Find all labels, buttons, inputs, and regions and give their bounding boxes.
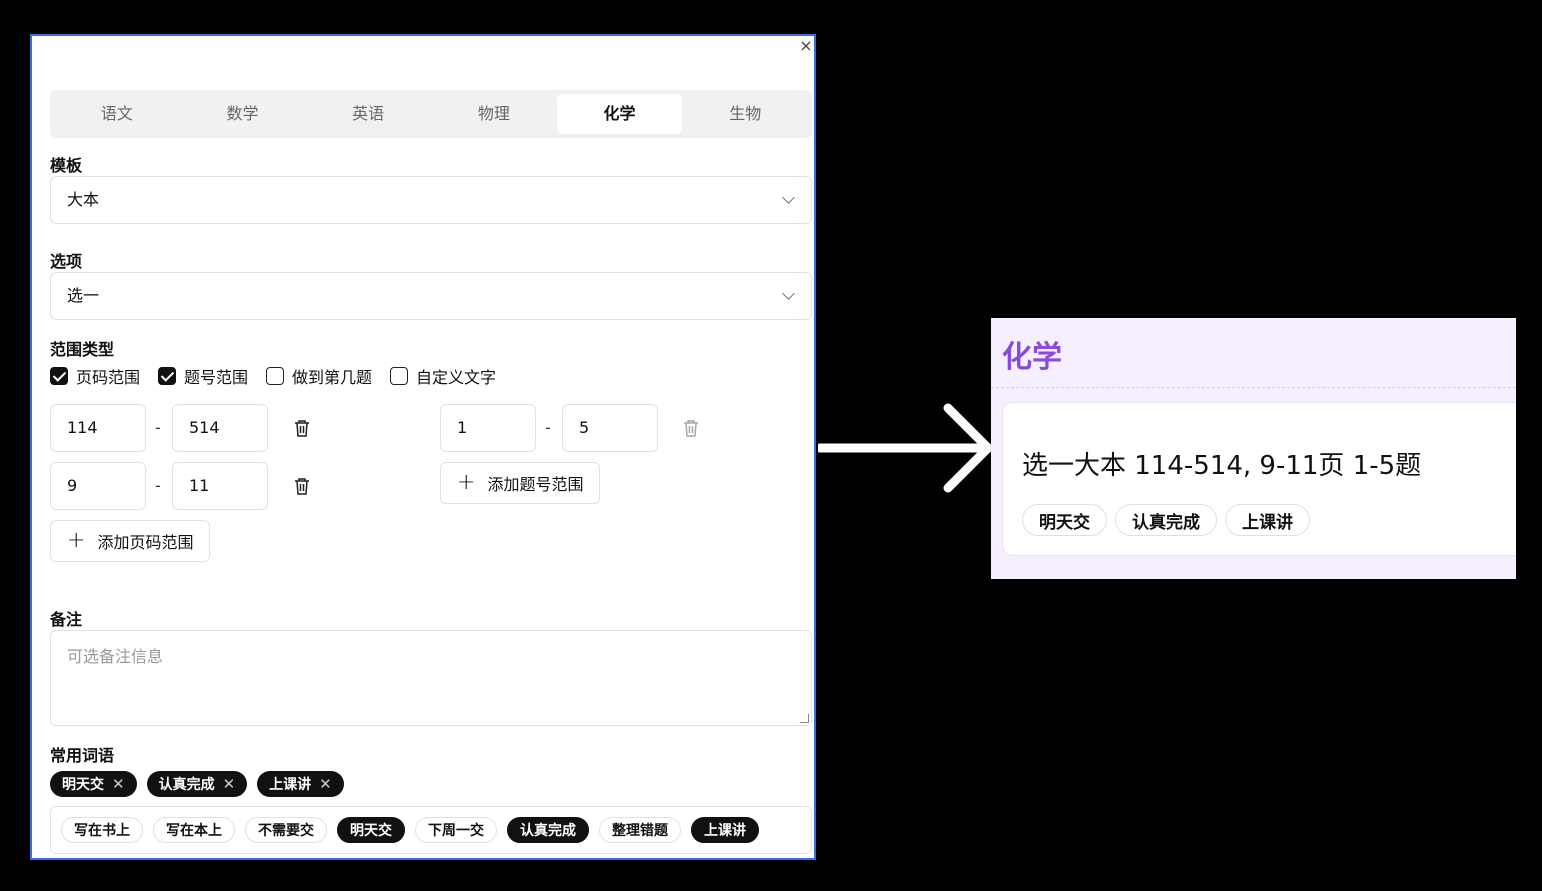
trash-icon[interactable] — [683, 419, 699, 437]
range-type-checkboxes: 页码范围 题号范围 做到第几题 自定义文字 — [50, 364, 496, 388]
plus-icon: + — [457, 470, 476, 495]
page-range-to-input[interactable]: 11 — [172, 462, 268, 510]
button-label: 添加页码范围 — [97, 533, 194, 552]
add-question-range-button[interactable]: + 添加题号范围 — [440, 462, 601, 504]
trash-icon[interactable] — [294, 477, 310, 495]
add-page-range-button[interactable]: + 添加页码范围 — [50, 520, 211, 562]
phrase-option[interactable]: 写在书上 — [61, 817, 143, 843]
range-separator: - — [155, 476, 161, 495]
selected-phrases: 明天交 ✕ 认真完成 ✕ 上课讲 ✕ — [50, 771, 344, 797]
close-icon[interactable]: × — [798, 38, 814, 54]
option-value: 选一 — [67, 286, 100, 305]
homework-dialog: × 语文 数学 英语 物理 化学 生物 模板 大本 选项 选一 范围类型 页码范… — [30, 34, 816, 860]
preview-tag: 上课讲 — [1225, 504, 1310, 536]
phrase-option[interactable]: 写在本上 — [153, 817, 235, 843]
checkbox-label: 页码范围 — [76, 368, 141, 387]
selected-phrase-chip: 上课讲 ✕ — [257, 771, 344, 797]
notes-label: 备注 — [50, 610, 83, 629]
resize-handle-icon[interactable] — [800, 714, 809, 723]
preview-panel: 化学 选一大本 114-514, 9-11页 1-5题 明天交 认真完成 上课讲 — [991, 318, 1516, 579]
chevron-down-icon — [782, 191, 795, 204]
trash-icon[interactable] — [294, 419, 310, 437]
notes-placeholder: 可选备注信息 — [67, 647, 164, 666]
button-label: 添加题号范围 — [487, 475, 584, 494]
preview-tag: 认真完成 — [1115, 504, 1217, 536]
checkbox-checked-icon — [158, 367, 177, 385]
subject-tabs: 语文 数学 英语 物理 化学 生物 — [50, 90, 812, 138]
chevron-down-icon — [782, 287, 795, 300]
notes-textarea[interactable]: 可选备注信息 — [50, 630, 812, 726]
tab-english[interactable]: 英语 — [305, 94, 431, 134]
checkbox-label: 自定义文字 — [416, 368, 497, 387]
phrase-option[interactable]: 上课讲 — [691, 817, 759, 843]
checkbox-label: 做到第几题 — [292, 368, 373, 387]
range-type-label: 范围类型 — [50, 340, 115, 359]
tab-chemistry[interactable]: 化学 — [556, 94, 683, 134]
close-icon[interactable]: ✕ — [223, 775, 236, 793]
template-select[interactable]: 大本 — [50, 176, 812, 224]
chip-label: 明天交 — [62, 777, 104, 793]
phrase-option[interactable]: 下周一交 — [415, 817, 497, 843]
page-range-from-input[interactable]: 114 — [50, 404, 146, 452]
checkbox-empty-icon — [390, 367, 409, 385]
close-icon[interactable]: ✕ — [319, 775, 332, 793]
template-value: 大本 — [67, 190, 100, 209]
checkbox-empty-icon — [266, 367, 285, 385]
preview-tag: 明天交 — [1022, 504, 1107, 536]
range-separator: - — [155, 418, 161, 437]
tab-chinese[interactable]: 语文 — [54, 94, 180, 134]
preview-subject-title: 化学 — [1002, 340, 1062, 375]
chip-label: 上课讲 — [269, 777, 312, 793]
checkbox-checked-icon — [50, 367, 68, 385]
page-range-from-input[interactable]: 9 — [50, 462, 146, 510]
tab-physics[interactable]: 物理 — [431, 94, 557, 134]
option-label: 选项 — [50, 252, 83, 271]
checkbox-page-range[interactable]: 页码范围 — [50, 364, 140, 388]
selected-phrase-chip: 明天交 ✕ — [50, 771, 137, 797]
checkbox-custom-text[interactable]: 自定义文字 — [390, 364, 496, 388]
phrase-option[interactable]: 整理错题 — [599, 817, 681, 843]
checkbox-question-range[interactable]: 题号范围 — [158, 364, 248, 388]
phrase-option[interactable]: 明天交 — [337, 817, 405, 843]
template-label: 模板 — [50, 156, 83, 175]
selected-phrase-chip: 认真完成 ✕ — [146, 771, 248, 797]
phrase-option[interactable]: 不需要交 — [245, 817, 327, 843]
phrases-label: 常用词语 — [50, 746, 115, 765]
phrase-option[interactable]: 认真完成 — [507, 817, 589, 843]
arrow-right-icon — [818, 403, 993, 493]
question-range-from-input[interactable]: 1 — [440, 404, 536, 452]
range-separator: - — [545, 418, 551, 437]
question-range-to-input[interactable]: 5 — [562, 404, 658, 452]
preview-tags: 明天交 认真完成 上课讲 — [1022, 504, 1310, 536]
tab-math[interactable]: 数学 — [180, 94, 306, 134]
page-range-to-input[interactable]: 514 — [172, 404, 268, 452]
preview-summary: 选一大本 114-514, 9-11页 1-5题 — [1022, 451, 1422, 481]
phrase-options: 写在书上 写在本上 不需要交 明天交 下周一交 认真完成 整理错题 上课讲 — [50, 806, 812, 854]
tab-biology[interactable]: 生物 — [682, 94, 808, 134]
divider — [991, 387, 1516, 388]
checkbox-label: 题号范围 — [184, 368, 249, 387]
close-icon[interactable]: ✕ — [112, 775, 125, 793]
chip-label: 认真完成 — [158, 777, 215, 793]
plus-icon: + — [67, 528, 86, 553]
checkbox-up-to-question[interactable]: 做到第几题 — [266, 364, 372, 388]
preview-card: 选一大本 114-514, 9-11页 1-5题 明天交 认真完成 上课讲 — [1002, 402, 1516, 556]
option-select[interactable]: 选一 — [50, 272, 812, 320]
